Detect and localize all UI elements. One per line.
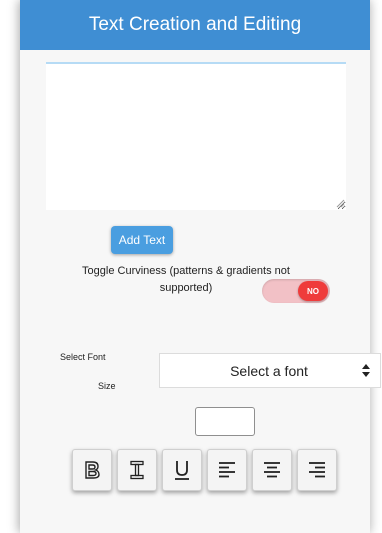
curviness-toggle[interactable]: NO [262,279,330,303]
add-text-button[interactable]: Add Text [111,226,173,254]
toggle-state-label: NO [298,281,328,301]
underline-button[interactable] [162,449,202,491]
align-right-icon [309,462,325,478]
italic-icon [130,460,144,480]
panel-header: Text Creation and Editing [20,0,370,50]
bold-icon [85,461,100,479]
font-select[interactable]: Select a font [159,353,381,388]
text-input-area[interactable] [46,62,346,210]
resize-grip-icon[interactable] [336,199,345,208]
underline-icon [175,461,189,480]
align-right-button[interactable] [297,449,337,491]
align-center-button[interactable] [252,449,292,491]
select-arrows-icon [362,364,370,377]
size-input[interactable] [195,407,255,436]
size-label: Size [98,381,116,391]
select-font-label: Select Font [60,352,106,362]
panel-title: Text Creation and Editing [88,14,302,35]
formatting-toolbar [72,449,337,491]
bold-button[interactable] [72,449,112,491]
align-left-button[interactable] [207,449,247,491]
align-center-icon [264,462,280,478]
italic-button[interactable] [117,449,157,491]
align-left-icon [219,462,235,478]
font-select-value: Select a font [230,362,308,379]
